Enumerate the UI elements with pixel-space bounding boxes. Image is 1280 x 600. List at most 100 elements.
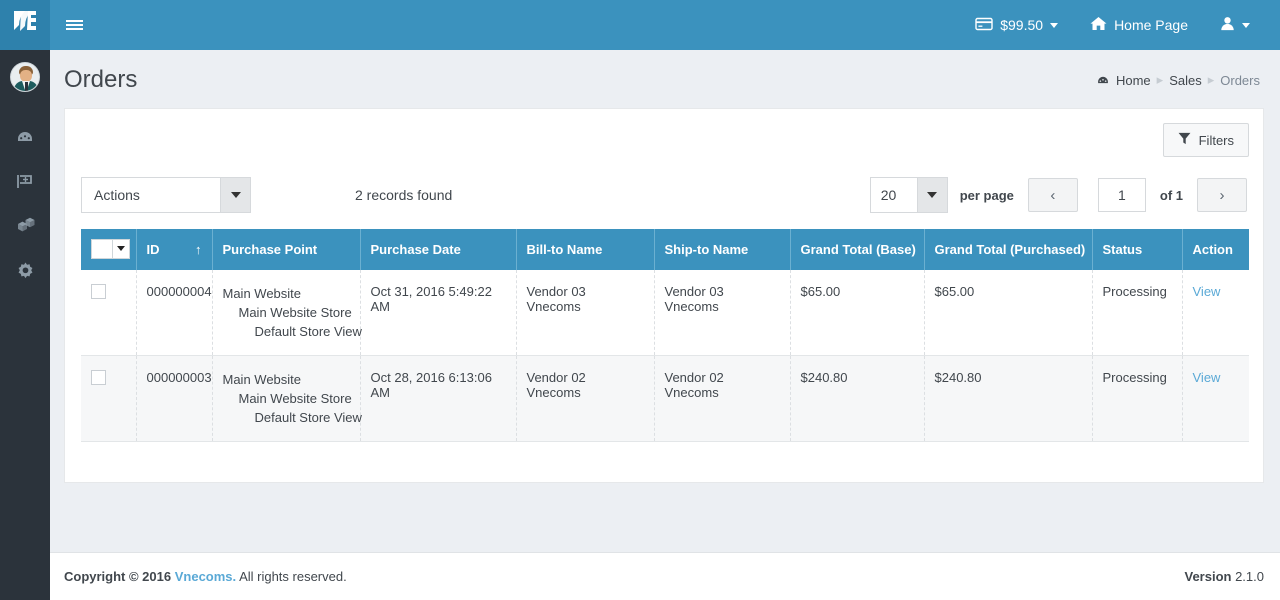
row-select-cell[interactable] — [81, 270, 137, 356]
sidebar-item-settings[interactable] — [0, 248, 50, 292]
page-header: Orders Home ▸ Sales ▸ Orders — [50, 50, 1280, 108]
cell-grand-total-base: $240.80 — [790, 355, 925, 442]
cell-id: 000000003 — [136, 355, 213, 442]
cell-ship-to-name: Vendor 02 Vnecoms — [654, 355, 791, 442]
table-head: ID ↑ Purchase Point Purchase Date Bill-t… — [81, 229, 1249, 270]
copyright-suffix: All rights reserved. — [239, 569, 347, 584]
version-value: 2.1.0 — [1235, 569, 1264, 584]
column-status[interactable]: Status — [1092, 229, 1183, 270]
column-id-label: ID — [146, 242, 160, 257]
topbar-right-group: $99.50 Home Page — [959, 0, 1280, 50]
table-row[interactable]: 000000004 Main Website Main Website Stor… — [81, 270, 1249, 356]
breadcrumb-separator: ▸ — [1156, 72, 1164, 87]
chevron-down-icon — [916, 178, 947, 212]
orders-panel: Filters Actions 2 records found 20 per p… — [64, 108, 1264, 483]
purchase-point-view: Default Store View — [254, 410, 362, 425]
cell-purchase-date: Oct 28, 2016 6:13:06 AM — [360, 355, 517, 442]
cell-grand-total-purchased: $65.00 — [924, 270, 1093, 356]
cell-bill-to-name: Vendor 02 Vnecoms — [516, 355, 655, 442]
home-page-link[interactable]: Home Page — [1074, 0, 1204, 50]
orders-grid-wrapper: ID ↑ Purchase Point Purchase Date Bill-t… — [65, 229, 1263, 442]
purchase-point-store: Main Website Store — [238, 305, 352, 320]
balance-amount: $99.50 — [1000, 17, 1044, 33]
sidebar-item-dashboard[interactable] — [0, 116, 50, 160]
avatar[interactable] — [0, 50, 50, 98]
page-number-input[interactable] — [1097, 178, 1146, 212]
cell-bill-to-name: Vendor 03 Vnecoms — [516, 270, 655, 356]
actions-label: Actions — [94, 187, 140, 203]
actions-dropdown[interactable]: Actions — [81, 177, 251, 213]
purchase-point-website: Main Website — [222, 372, 302, 387]
sort-asc-arrow-icon: ↑ — [195, 242, 202, 257]
column-grand-total-base[interactable]: Grand Total (Base) — [790, 229, 925, 270]
cell-action: View — [1182, 355, 1249, 442]
page-footer: Copyright © 2016 Vnecoms. All rights res… — [50, 552, 1280, 600]
breadcrumb: Home ▸ Sales ▸ Orders — [1096, 72, 1260, 88]
copyright-prefix: Copyright © 2016 — [64, 569, 172, 584]
sidebar-item-sales[interactable] — [0, 160, 50, 204]
breadcrumb-separator: ▸ — [1207, 72, 1215, 87]
column-purchase-point[interactable]: Purchase Point — [212, 229, 361, 270]
dashboard-icon — [1096, 72, 1110, 88]
row-checkbox[interactable] — [91, 284, 106, 299]
column-mass-select[interactable] — [81, 229, 137, 270]
sidebar-menu — [0, 116, 50, 292]
chevron-down-icon[interactable] — [112, 239, 129, 258]
filters-label: Filters — [1198, 132, 1234, 148]
gear-icon — [16, 261, 35, 280]
cell-grand-total-base: $65.00 — [790, 270, 925, 356]
sidebar-logo[interactable] — [0, 0, 50, 50]
column-action: Action — [1182, 229, 1249, 270]
breadcrumb-item-sales[interactable]: Sales — [1169, 73, 1202, 88]
cell-id: 000000004 — [136, 270, 213, 356]
cell-ship-to-name: Vendor 03 Vnecoms — [654, 270, 791, 356]
row-select-cell[interactable] — [81, 355, 137, 442]
column-ship-to-name[interactable]: Ship-to Name — [654, 229, 791, 270]
chevron-right-icon: › — [1219, 186, 1225, 204]
panel-toolbar: Filters — [65, 109, 1263, 171]
row-checkbox[interactable] — [91, 370, 106, 385]
records-found-label: 2 records found — [355, 187, 453, 203]
column-purchase-date[interactable]: Purchase Date — [360, 229, 517, 270]
chevron-left-icon: ‹ — [1050, 186, 1056, 204]
breadcrumb-item-orders: Orders — [1220, 72, 1260, 88]
home-page-label: Home Page — [1114, 17, 1188, 33]
cell-status: Processing — [1092, 355, 1183, 442]
dashboard-icon — [15, 128, 35, 148]
mass-select-checkbox[interactable] — [91, 238, 130, 259]
next-page-button[interactable]: › — [1197, 178, 1247, 212]
previous-page-button[interactable]: ‹ — [1027, 178, 1078, 212]
column-bill-to-name[interactable]: Bill-to Name — [516, 229, 655, 270]
per-page-value: 20 — [880, 187, 897, 203]
version-info: Version 2.1.0 — [1184, 569, 1280, 584]
user-menu[interactable] — [1204, 0, 1266, 50]
column-grand-total-purchased[interactable]: Grand Total (Purchased) — [924, 229, 1093, 270]
view-order-link[interactable]: View — [1193, 370, 1221, 385]
table-row[interactable]: 000000003 Main Website Main Website Stor… — [81, 355, 1249, 442]
chevron-down-icon — [1242, 22, 1250, 28]
brand-link[interactable]: Vnecoms. — [175, 569, 236, 584]
view-order-link[interactable]: View — [1193, 284, 1221, 299]
sidebar-item-products[interactable] — [0, 204, 50, 248]
copyright: Copyright © 2016 Vnecoms. All rights res… — [50, 569, 347, 584]
user-icon — [1220, 16, 1235, 34]
balance-menu[interactable]: $99.50 — [959, 0, 1074, 50]
cell-purchase-point: Main Website Main Website Store Default … — [212, 355, 362, 442]
table-header-row: ID ↑ Purchase Point Purchase Date Bill-t… — [81, 229, 1249, 270]
breadcrumb-item-home[interactable]: Home — [1116, 73, 1151, 88]
topbar: $99.50 Home Page — [50, 0, 1280, 50]
purchase-point-view: Default Store View — [254, 324, 362, 339]
mass-select-box[interactable] — [92, 240, 112, 258]
purchase-point-website: Main Website — [222, 286, 302, 301]
cell-action: View — [1182, 270, 1249, 356]
table-body: 000000004 Main Website Main Website Stor… — [81, 270, 1249, 442]
chevron-down-icon — [1050, 22, 1059, 28]
per-page-label: per page — [959, 187, 1014, 203]
home-icon — [1090, 16, 1107, 34]
chevron-down-icon — [220, 178, 250, 212]
per-page-dropdown[interactable]: 20 — [869, 177, 948, 213]
filters-button[interactable]: Filters — [1162, 123, 1249, 157]
hamburger-icon[interactable] — [50, 0, 98, 50]
cell-grand-total-purchased: $240.80 — [924, 355, 1093, 442]
column-id[interactable]: ID ↑ — [136, 229, 213, 270]
